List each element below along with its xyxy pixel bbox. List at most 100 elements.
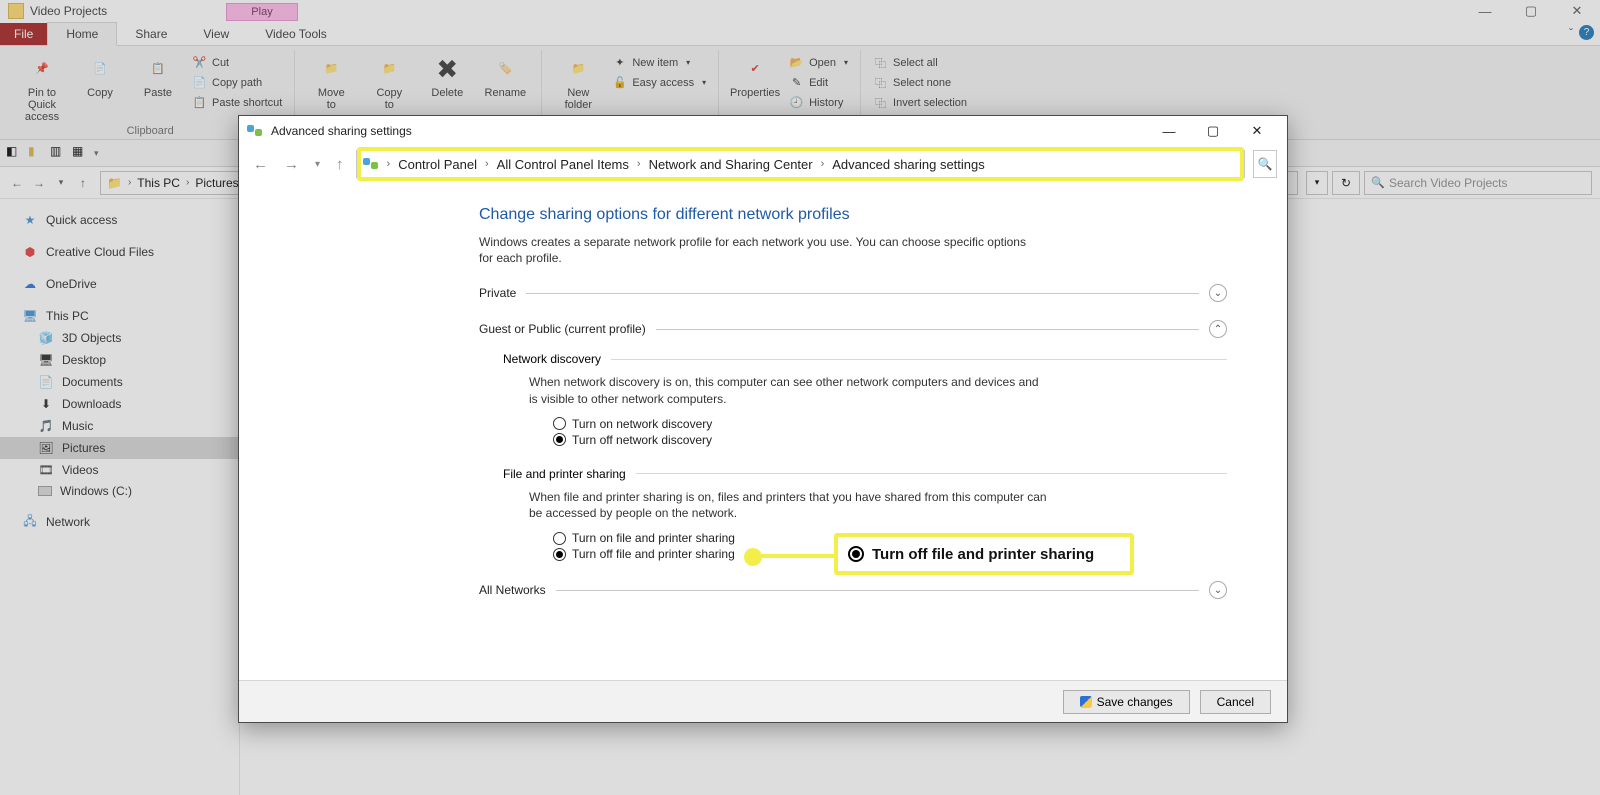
sidebar-creative-cloud[interactable]: ⬢Creative Cloud Files bbox=[0, 241, 239, 263]
select-all-button[interactable]: ⿻Select all bbox=[869, 54, 971, 71]
breadcrumb-item[interactable]: Control Panel bbox=[398, 157, 477, 172]
dialog-body: Change sharing options for different net… bbox=[239, 182, 1287, 680]
section-all-networks[interactable]: All Networks ⌄ bbox=[479, 581, 1227, 599]
sidebar-quick-access[interactable]: ★Quick access bbox=[0, 209, 239, 231]
addr-dropdown[interactable]: ▾ bbox=[1306, 171, 1328, 195]
minimize-button[interactable]: — bbox=[1462, 0, 1508, 22]
tab-home[interactable]: Home bbox=[47, 22, 117, 46]
dialog-forward-button[interactable]: → bbox=[280, 156, 303, 173]
dialog-maximize-button[interactable]: ▢ bbox=[1191, 117, 1235, 145]
control-panel-icon bbox=[247, 123, 263, 139]
breadcrumb-item[interactable]: Advanced sharing settings bbox=[832, 157, 984, 172]
callout-text: Turn off file and printer sharing bbox=[872, 546, 1094, 563]
sidebar-drive-c[interactable]: Windows (C:) bbox=[0, 481, 239, 501]
sidebar-onedrive[interactable]: ☁OneDrive bbox=[0, 273, 239, 295]
tab-file[interactable]: File bbox=[0, 23, 47, 45]
sidebar-desktop[interactable]: 🖥Desktop bbox=[0, 349, 239, 371]
qat-dropdown-icon[interactable]: ▾ bbox=[94, 148, 99, 159]
sidebar-downloads[interactable]: ⬇Downloads bbox=[0, 393, 239, 415]
help-icon[interactable]: ? bbox=[1579, 25, 1594, 40]
dialog-minimize-button[interactable]: — bbox=[1147, 117, 1191, 145]
dialog-up-button[interactable]: ↑ bbox=[332, 156, 348, 173]
invert-sel-button[interactable]: ⿻Invert selection bbox=[869, 94, 971, 111]
chevron-down-icon[interactable]: ⌄ bbox=[1209, 581, 1227, 599]
dialog-close-button[interactable]: ✕ bbox=[1235, 117, 1279, 145]
paste-shortcut-button[interactable]: 📋Paste shortcut bbox=[188, 94, 286, 111]
tab-video-tools[interactable]: Video Tools bbox=[247, 23, 345, 45]
new-item-button[interactable]: ✦New item▾ bbox=[608, 54, 710, 71]
qat-icon[interactable]: ▥ bbox=[50, 144, 68, 162]
paste-button[interactable]: 📋Paste bbox=[130, 50, 186, 99]
drive-icon bbox=[38, 486, 52, 496]
dialog-titlebar: Advanced sharing settings — ▢ ✕ bbox=[239, 116, 1287, 146]
dialog-footer: Save changes Cancel bbox=[239, 680, 1287, 722]
sidebar-videos[interactable]: 🎞Videos bbox=[0, 459, 239, 481]
forward-button[interactable]: → bbox=[30, 174, 48, 192]
radio-netdisc-off[interactable]: Turn off network discovery bbox=[553, 433, 1227, 447]
chevron-up-icon[interactable]: ⌃ bbox=[1209, 320, 1227, 338]
annotation-dot bbox=[744, 548, 762, 566]
pin-button[interactable]: 📌Pin to Quick access bbox=[14, 50, 70, 123]
copy-path-button[interactable]: 📄Copy path bbox=[188, 74, 286, 91]
qat-icon[interactable]: ◧ bbox=[6, 144, 24, 162]
play-contextual-tab[interactable]: Play bbox=[226, 3, 298, 21]
edit-button[interactable]: ✎Edit bbox=[785, 74, 852, 91]
qat-icon[interactable]: ▦ bbox=[72, 144, 90, 162]
move-to-button[interactable]: 📁Move to bbox=[303, 50, 359, 111]
refresh-button[interactable]: ↻ bbox=[1332, 171, 1360, 195]
recent-dropdown-icon[interactable]: ▾ bbox=[52, 174, 70, 192]
rename-button[interactable]: 🏷️Rename bbox=[477, 50, 533, 99]
section-private[interactable]: Private ⌄ bbox=[479, 284, 1227, 302]
new-folder-button[interactable]: 📁New folder bbox=[550, 50, 606, 111]
sidebar-pictures[interactable]: 🖼Pictures bbox=[0, 437, 239, 459]
search-input[interactable]: Search Video Projects bbox=[1364, 171, 1592, 195]
sidebar-3d-objects[interactable]: 🧊3D Objects bbox=[0, 327, 239, 349]
close-button[interactable]: ✕ bbox=[1554, 0, 1600, 22]
sidebar-documents[interactable]: 📄Documents bbox=[0, 371, 239, 393]
properties-button[interactable]: ✔Properties bbox=[727, 50, 783, 99]
section-guest-public[interactable]: Guest or Public (current profile) ⌃ bbox=[479, 320, 1227, 338]
folder-icon bbox=[8, 3, 24, 19]
cancel-button[interactable]: Cancel bbox=[1200, 690, 1271, 714]
ribbon-collapse-icon[interactable]: ˇ bbox=[1569, 26, 1573, 40]
netdisc-description: When network discovery is on, this compu… bbox=[529, 374, 1049, 406]
history-button[interactable]: 🕘History bbox=[785, 94, 852, 111]
save-changes-button[interactable]: Save changes bbox=[1063, 690, 1190, 714]
tab-view[interactable]: View bbox=[185, 23, 247, 45]
copy-button[interactable]: 📄Copy bbox=[72, 50, 128, 99]
dialog-recent-dropdown[interactable]: ▾ bbox=[311, 159, 324, 170]
dialog-back-button[interactable]: ← bbox=[249, 156, 272, 173]
up-button[interactable]: ↑ bbox=[74, 174, 92, 192]
dialog-breadcrumb[interactable]: › Control Panel › All Control Panel Item… bbox=[356, 150, 1245, 178]
folder-icon: 📁 bbox=[107, 176, 122, 190]
copy-to-button[interactable]: 📁Copy to bbox=[361, 50, 417, 111]
breadcrumb-item[interactable]: This PC bbox=[137, 176, 180, 190]
tab-share[interactable]: Share bbox=[117, 23, 185, 45]
open-button[interactable]: 📂Open▾ bbox=[785, 54, 852, 71]
control-panel-icon bbox=[363, 156, 379, 172]
select-none-button[interactable]: ⿻Select none bbox=[869, 74, 971, 91]
sidebar-this-pc[interactable]: 🖥This PC bbox=[0, 305, 239, 327]
page-description: Windows creates a separate network profi… bbox=[479, 234, 1039, 266]
advanced-sharing-dialog: Advanced sharing settings — ▢ ✕ ← → ▾ ↑ … bbox=[238, 115, 1288, 723]
subsection-network-discovery: Network discovery bbox=[503, 352, 1227, 366]
delete-button[interactable]: ✖Delete bbox=[419, 50, 475, 99]
sidebar-music[interactable]: 🎵Music bbox=[0, 415, 239, 437]
breadcrumb-item[interactable]: All Control Panel Items bbox=[497, 157, 629, 172]
qat-icon[interactable]: ▮ bbox=[28, 144, 46, 162]
chevron-right-icon: › bbox=[637, 158, 641, 170]
easy-access-button[interactable]: 🔓Easy access▾ bbox=[608, 74, 710, 91]
subsection-file-printer-sharing: File and printer sharing bbox=[503, 467, 1227, 481]
back-button[interactable]: ← bbox=[8, 174, 26, 192]
chevron-right-icon: › bbox=[485, 158, 489, 170]
chevron-down-icon[interactable]: ⌄ bbox=[1209, 284, 1227, 302]
cut-button[interactable]: ✂️Cut bbox=[188, 54, 286, 71]
ribbon-tabs: Play File Home Share View Video Tools ˇ … bbox=[0, 22, 1600, 46]
dialog-search-button[interactable]: 🔍 bbox=[1253, 150, 1277, 178]
sidebar-network[interactable]: 🖧Network bbox=[0, 511, 239, 533]
chevron-right-icon: › bbox=[821, 158, 825, 170]
breadcrumb-item[interactable]: Network and Sharing Center bbox=[649, 157, 813, 172]
breadcrumb-item[interactable]: Pictures bbox=[195, 176, 238, 190]
maximize-button[interactable]: ▢ bbox=[1508, 0, 1554, 22]
radio-netdisc-on[interactable]: Turn on network discovery bbox=[553, 417, 1227, 431]
